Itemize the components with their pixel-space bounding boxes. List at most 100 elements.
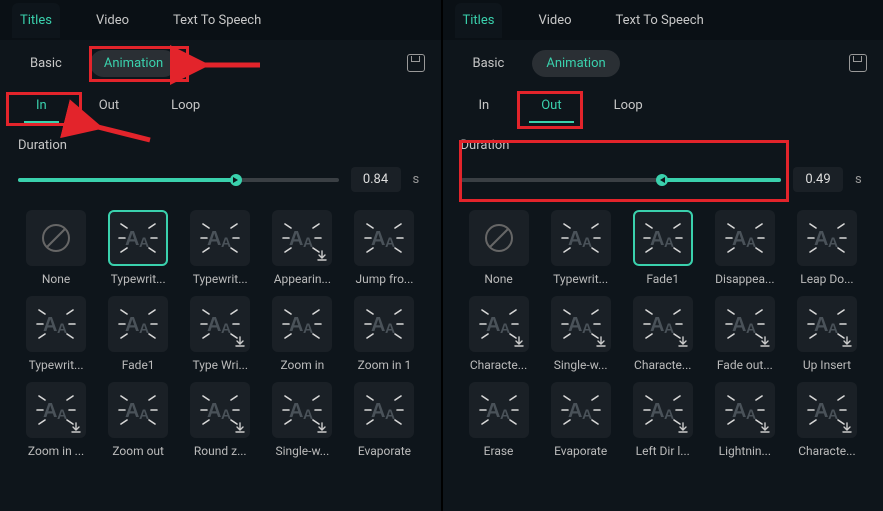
- subtab-basic[interactable]: Basic: [459, 50, 519, 77]
- animtab-out[interactable]: Out: [529, 92, 573, 119]
- save-preset-icon[interactable]: [407, 54, 425, 72]
- svg-text:A: A: [500, 406, 510, 422]
- svg-text:A: A: [385, 406, 395, 422]
- svg-text:A: A: [289, 400, 303, 422]
- svg-text:A: A: [57, 320, 67, 336]
- preset-label: Fade out...: [717, 358, 773, 372]
- svg-text:A: A: [371, 400, 385, 422]
- preset-thumb: AA: [190, 210, 250, 266]
- preset-thumb: [26, 210, 86, 266]
- preset-item[interactable]: AAUp Insert: [789, 296, 865, 372]
- preset-item[interactable]: AALeap Do...: [789, 210, 865, 286]
- animtab-out[interactable]: Out: [87, 92, 131, 119]
- subtab-basic[interactable]: Basic: [16, 50, 76, 77]
- preset-item[interactable]: AATypewrit...: [18, 296, 94, 372]
- preset-item[interactable]: AAAppearin...: [264, 210, 340, 286]
- preset-item[interactable]: AASingle-w...: [264, 382, 340, 458]
- preset-item[interactable]: AAType Wri...: [182, 296, 258, 372]
- preset-item[interactable]: AAZoom out: [100, 382, 176, 458]
- duration-unit: s: [855, 172, 865, 187]
- preset-item[interactable]: AAEvaporate: [346, 382, 422, 458]
- svg-text:A: A: [568, 400, 582, 422]
- panel-left: Titles Video Text To Speech Basic Animat…: [0, 0, 441, 511]
- animtab-loop[interactable]: Loop: [602, 92, 655, 119]
- subtab-animation[interactable]: Animation: [90, 50, 177, 77]
- download-icon: [758, 421, 772, 435]
- preset-item[interactable]: None: [18, 210, 94, 286]
- panel-right: Titles Video Text To Speech Basic Animat…: [441, 0, 883, 511]
- preset-item[interactable]: AA Characte...: [625, 296, 701, 372]
- preset-item[interactable]: AALeft Dir l...: [625, 382, 701, 458]
- preset-item[interactable]: AASingle-w...: [543, 296, 619, 372]
- preset-item[interactable]: AADisappea...: [707, 210, 783, 286]
- tab-text-to-speech[interactable]: Text To Speech: [608, 3, 712, 38]
- tab-video[interactable]: Video: [530, 3, 579, 38]
- tab-titles[interactable]: Titles: [455, 3, 503, 38]
- preset-item[interactable]: AAEvaporate: [543, 382, 619, 458]
- preset-item[interactable]: AAZoom in 1: [346, 296, 422, 372]
- preset-thumb: AA: [469, 382, 529, 438]
- preset-item[interactable]: AA Typewrit...: [182, 210, 258, 286]
- animtab-in[interactable]: In: [24, 92, 59, 119]
- preset-item[interactable]: AACharacte...: [461, 296, 537, 372]
- preset-item[interactable]: AARound z...: [182, 382, 258, 458]
- preset-label: Zoom in: [280, 358, 324, 372]
- preset-item[interactable]: AAZoom in: [264, 296, 340, 372]
- tab-titles[interactable]: Titles: [12, 3, 60, 38]
- svg-text:A: A: [125, 314, 139, 336]
- download-icon: [676, 421, 690, 435]
- preset-label: Characte...: [634, 358, 691, 372]
- tab-video[interactable]: Video: [88, 3, 137, 38]
- animtab-in[interactable]: In: [467, 92, 502, 119]
- download-icon: [69, 421, 83, 435]
- duration-slider[interactable]: [18, 178, 339, 182]
- svg-text:A: A: [303, 320, 313, 336]
- svg-text:A: A: [486, 314, 500, 336]
- svg-text:A: A: [664, 320, 674, 336]
- preset-thumb: AA: [797, 296, 857, 352]
- preset-item[interactable]: AAFade1: [100, 296, 176, 372]
- preset-thumb: AA: [190, 296, 250, 352]
- preset-item[interactable]: AALightnin...: [707, 382, 783, 458]
- preset-thumb: AA: [551, 210, 611, 266]
- preset-label: Typewrit...: [111, 272, 166, 286]
- preset-thumb: AA: [272, 210, 332, 266]
- preset-item[interactable]: AAZoom in ...: [18, 382, 94, 458]
- download-icon: [840, 335, 854, 349]
- svg-text:A: A: [732, 314, 746, 336]
- duration-block: Duration 0.84 s: [0, 124, 441, 200]
- svg-text:A: A: [650, 314, 664, 336]
- duration-value[interactable]: 0.49: [793, 167, 843, 192]
- preset-item[interactable]: AAJump fro...: [346, 210, 422, 286]
- preset-label: Fade1: [122, 358, 155, 372]
- preset-label: Typewrit...: [29, 358, 84, 372]
- svg-text:A: A: [57, 406, 67, 422]
- svg-text:A: A: [139, 406, 149, 422]
- preset-thumb: AA: [715, 210, 775, 266]
- svg-text:A: A: [303, 234, 313, 250]
- slider-thumb[interactable]: [230, 174, 242, 186]
- preset-item[interactable]: AAErase: [461, 382, 537, 458]
- animtab-loop[interactable]: Loop: [159, 92, 212, 119]
- save-preset-icon[interactable]: [849, 54, 867, 72]
- preset-thumb: AA: [633, 210, 693, 266]
- preset-item[interactable]: AATypewrit...: [543, 210, 619, 286]
- preset-item[interactable]: None: [461, 210, 537, 286]
- preset-item[interactable]: AAFade out...: [707, 296, 783, 372]
- duration-unit: s: [413, 172, 423, 187]
- duration-slider[interactable]: [461, 178, 782, 182]
- tab-text-to-speech[interactable]: Text To Speech: [165, 3, 269, 38]
- top-tabs: Titles Video Text To Speech: [0, 0, 441, 40]
- preset-label: Typewrit...: [193, 272, 248, 286]
- preset-item[interactable]: AATypewrit...: [100, 210, 176, 286]
- download-icon: [315, 249, 329, 263]
- preset-thumb: AA: [272, 382, 332, 438]
- preset-item[interactable]: AAFade1: [625, 210, 701, 286]
- preset-thumb: AA: [797, 382, 857, 438]
- svg-text:A: A: [582, 406, 592, 422]
- slider-thumb[interactable]: [656, 174, 668, 186]
- preset-thumb: AA: [551, 296, 611, 352]
- subtab-animation[interactable]: Animation: [532, 50, 619, 77]
- preset-item[interactable]: AACharacte...: [789, 382, 865, 458]
- duration-value[interactable]: 0.84: [351, 167, 401, 192]
